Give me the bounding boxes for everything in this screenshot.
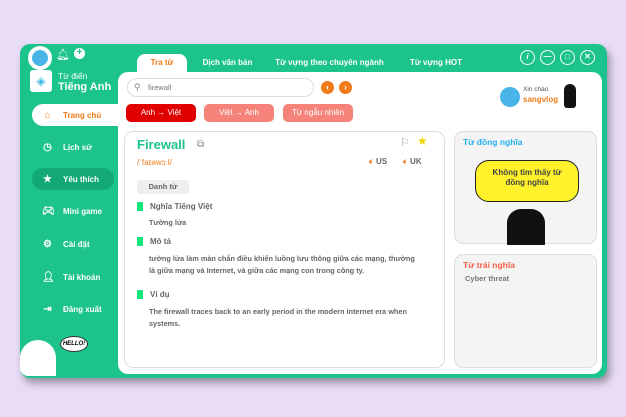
- tab-tra-tu[interactable]: Tra từ: [137, 54, 187, 72]
- mode-viet-anh-button[interactable]: Việt → Anh: [204, 104, 274, 122]
- tab-tu-vung-hot[interactable]: Từ vựng HOT: [400, 54, 472, 72]
- no-synonyms-bubble: Không tìm thấy từ đồng nghĩa: [475, 160, 579, 202]
- phonetic: /ˈfaɪəwɔːl/: [137, 158, 172, 167]
- forward-button[interactable]: ›: [339, 81, 352, 94]
- app-window: 🔔︎ + ◈ Từ điển Tiếng Anh Tra từ Dịch văn…: [20, 44, 607, 378]
- greeting-text: Xin chào: [523, 86, 549, 93]
- close-button[interactable]: ✕: [580, 50, 595, 65]
- synonyms-card: Từ đồng nghĩa Không tìm thấy từ đồng ngh…: [454, 131, 597, 245]
- random-word-button[interactable]: Từ ngẫu nhiên: [283, 104, 353, 122]
- avatar[interactable]: [28, 46, 52, 70]
- copy-icon[interactable]: ⧉: [197, 139, 204, 150]
- history-icon: ◷: [43, 141, 52, 153]
- cat-mascot-image: [20, 340, 56, 376]
- sidebar-item-lich-su[interactable]: ◷ Lịch sử: [32, 136, 114, 158]
- username: sangvlog: [523, 95, 559, 104]
- sidebar-item-mini-game[interactable]: 🎮︎ Mini game: [32, 200, 114, 222]
- speaker-icon: 🔈︎: [369, 157, 374, 166]
- logo-icon: ◈: [30, 70, 52, 92]
- minimize-button[interactable]: —: [540, 50, 555, 65]
- word-term: Firewall: [137, 137, 186, 152]
- synonyms-title: Từ đồng nghĩa: [463, 137, 523, 147]
- user-icon: 👤︎: [42, 271, 55, 283]
- main-panel: ⚲ firewall ‹ › Anh → Việt Việt → Anh Từ n…: [118, 72, 602, 374]
- logout-icon: ⇥: [43, 303, 52, 315]
- description-heading: Mô tả: [137, 237, 171, 246]
- antonyms-card: Từ trái nghĩa Cyber threat: [454, 254, 597, 368]
- word-card: Firewall ⧉ ⚐ ★ /ˈfaɪəwɔːl/ 🔈︎ US 🔈︎ UK D…: [124, 131, 445, 368]
- gamepad-icon: 🎮︎: [42, 205, 55, 217]
- info-button[interactable]: i: [520, 50, 535, 65]
- description-text: tường lửa làm màn chắn điều khiển luồng …: [149, 254, 415, 275]
- cat-image: [507, 209, 545, 245]
- favorite-star-icon[interactable]: ★: [417, 134, 428, 148]
- gear-icon: ⚙: [43, 238, 52, 250]
- mode-anh-viet-button[interactable]: Anh → Việt: [126, 104, 196, 122]
- speaker-icon: 🔈︎: [403, 157, 408, 166]
- back-button[interactable]: ‹: [321, 81, 334, 94]
- meaning-text: Tường lửa: [149, 218, 187, 227]
- antonym-item[interactable]: Cyber threat: [465, 274, 509, 283]
- user-avatar: [500, 87, 520, 107]
- add-icon[interactable]: +: [74, 48, 85, 59]
- tab-tu-vung-chuyen-nganh[interactable]: Từ vựng theo chuyên ngành: [272, 54, 387, 72]
- sidebar-item-yeu-thich[interactable]: ★ Yêu thích: [32, 168, 114, 190]
- app-title-2: Tiếng Anh: [58, 81, 112, 93]
- example-text: The firewall traces back to an early per…: [149, 307, 407, 328]
- search-input[interactable]: ⚲ firewall: [127, 78, 314, 97]
- app-title-1: Từ điển: [58, 71, 88, 81]
- flag-icon[interactable]: ⚐: [400, 136, 410, 149]
- search-icon: ⚲: [134, 82, 141, 92]
- pronounce-uk-button[interactable]: 🔈︎ UK: [403, 157, 422, 167]
- star-icon: ★: [43, 173, 52, 185]
- maximize-button[interactable]: □: [560, 50, 575, 65]
- part-of-speech-badge: Danh từ: [137, 180, 189, 194]
- sidebar-item-tai-khoan[interactable]: 👤︎ Tài khoản: [32, 266, 114, 288]
- sidebar-item-cai-dat[interactable]: ⚙ Cài đặt: [32, 233, 114, 255]
- antonyms-title: Từ trái nghĩa: [463, 260, 515, 270]
- sidebar-item-trang-chu[interactable]: ⌂ Trang chủ: [32, 104, 118, 126]
- sidebar-item-dang-xuat[interactable]: ⇥ Đăng xuất: [32, 298, 114, 320]
- bell-icon[interactable]: 🔔︎: [56, 48, 70, 61]
- example-heading: Ví dụ: [137, 290, 170, 299]
- meaning-heading: Nghĩa Tiếng Việt: [137, 202, 212, 211]
- home-icon: ⌂: [44, 109, 51, 121]
- hello-bubble: HELLO!: [60, 336, 88, 352]
- cat-image: [564, 84, 576, 108]
- pronounce-us-button[interactable]: 🔈︎ US: [369, 157, 387, 167]
- tab-dich-van-ban[interactable]: Dịch văn bản: [195, 54, 260, 72]
